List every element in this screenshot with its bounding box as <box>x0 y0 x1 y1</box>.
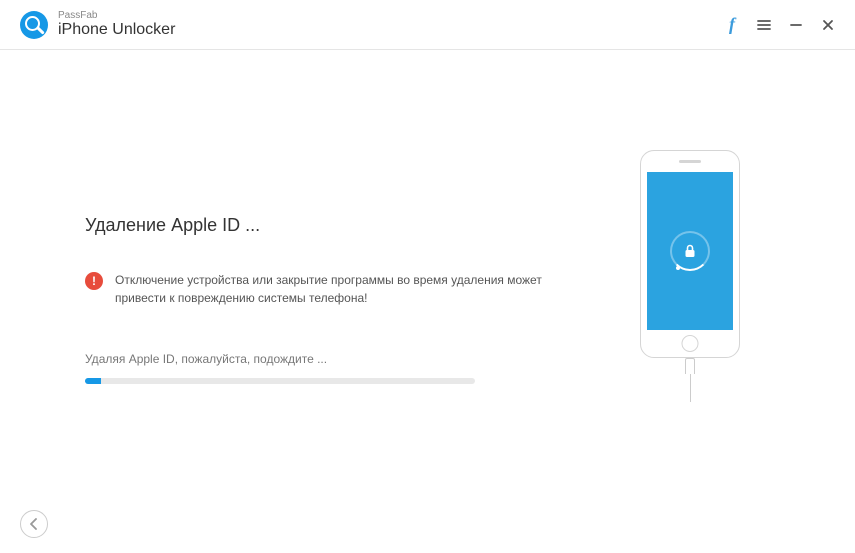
progress-bar <box>85 378 475 384</box>
brand-title: iPhone Unlocker <box>58 21 175 39</box>
title-bar: PassFab iPhone Unlocker f <box>0 0 855 50</box>
progress-fill <box>85 378 101 384</box>
spinner-icon <box>670 231 710 271</box>
progress-label: Удаляя Apple ID, пожалуйста, подождите .… <box>85 352 565 366</box>
facebook-icon[interactable]: f <box>725 18 739 32</box>
brand: PassFab iPhone Unlocker <box>20 10 175 39</box>
lock-icon <box>682 243 698 259</box>
phone-home-button <box>682 335 699 352</box>
warning-text: Отключение устройства или закрытие прогр… <box>115 271 565 307</box>
page-title: Удаление Apple ID ... <box>85 215 565 236</box>
warning-icon: ! <box>85 272 103 290</box>
minimize-button[interactable] <box>789 18 803 32</box>
warning-row: ! Отключение устройства или закрытие про… <box>85 271 565 307</box>
right-panel <box>605 110 775 493</box>
cable-plug <box>685 358 695 374</box>
brand-subtitle: PassFab <box>58 10 175 21</box>
brand-text: PassFab iPhone Unlocker <box>58 10 175 39</box>
phone-speaker <box>679 160 701 163</box>
warning-mark: ! <box>92 274 96 288</box>
logo-icon <box>20 11 48 39</box>
cable-icon <box>685 358 695 402</box>
back-button[interactable] <box>20 510 48 538</box>
chevron-left-icon <box>29 518 39 530</box>
close-button[interactable] <box>821 18 835 32</box>
phone-screen <box>647 172 733 330</box>
phone-illustration <box>640 150 740 358</box>
left-panel: Удаление Apple ID ... ! Отключение устро… <box>85 110 565 493</box>
window-controls: f <box>725 18 835 32</box>
menu-icon[interactable] <box>757 18 771 32</box>
cable-wire <box>690 374 691 402</box>
main-content: Удаление Apple ID ... ! Отключение устро… <box>0 50 855 493</box>
